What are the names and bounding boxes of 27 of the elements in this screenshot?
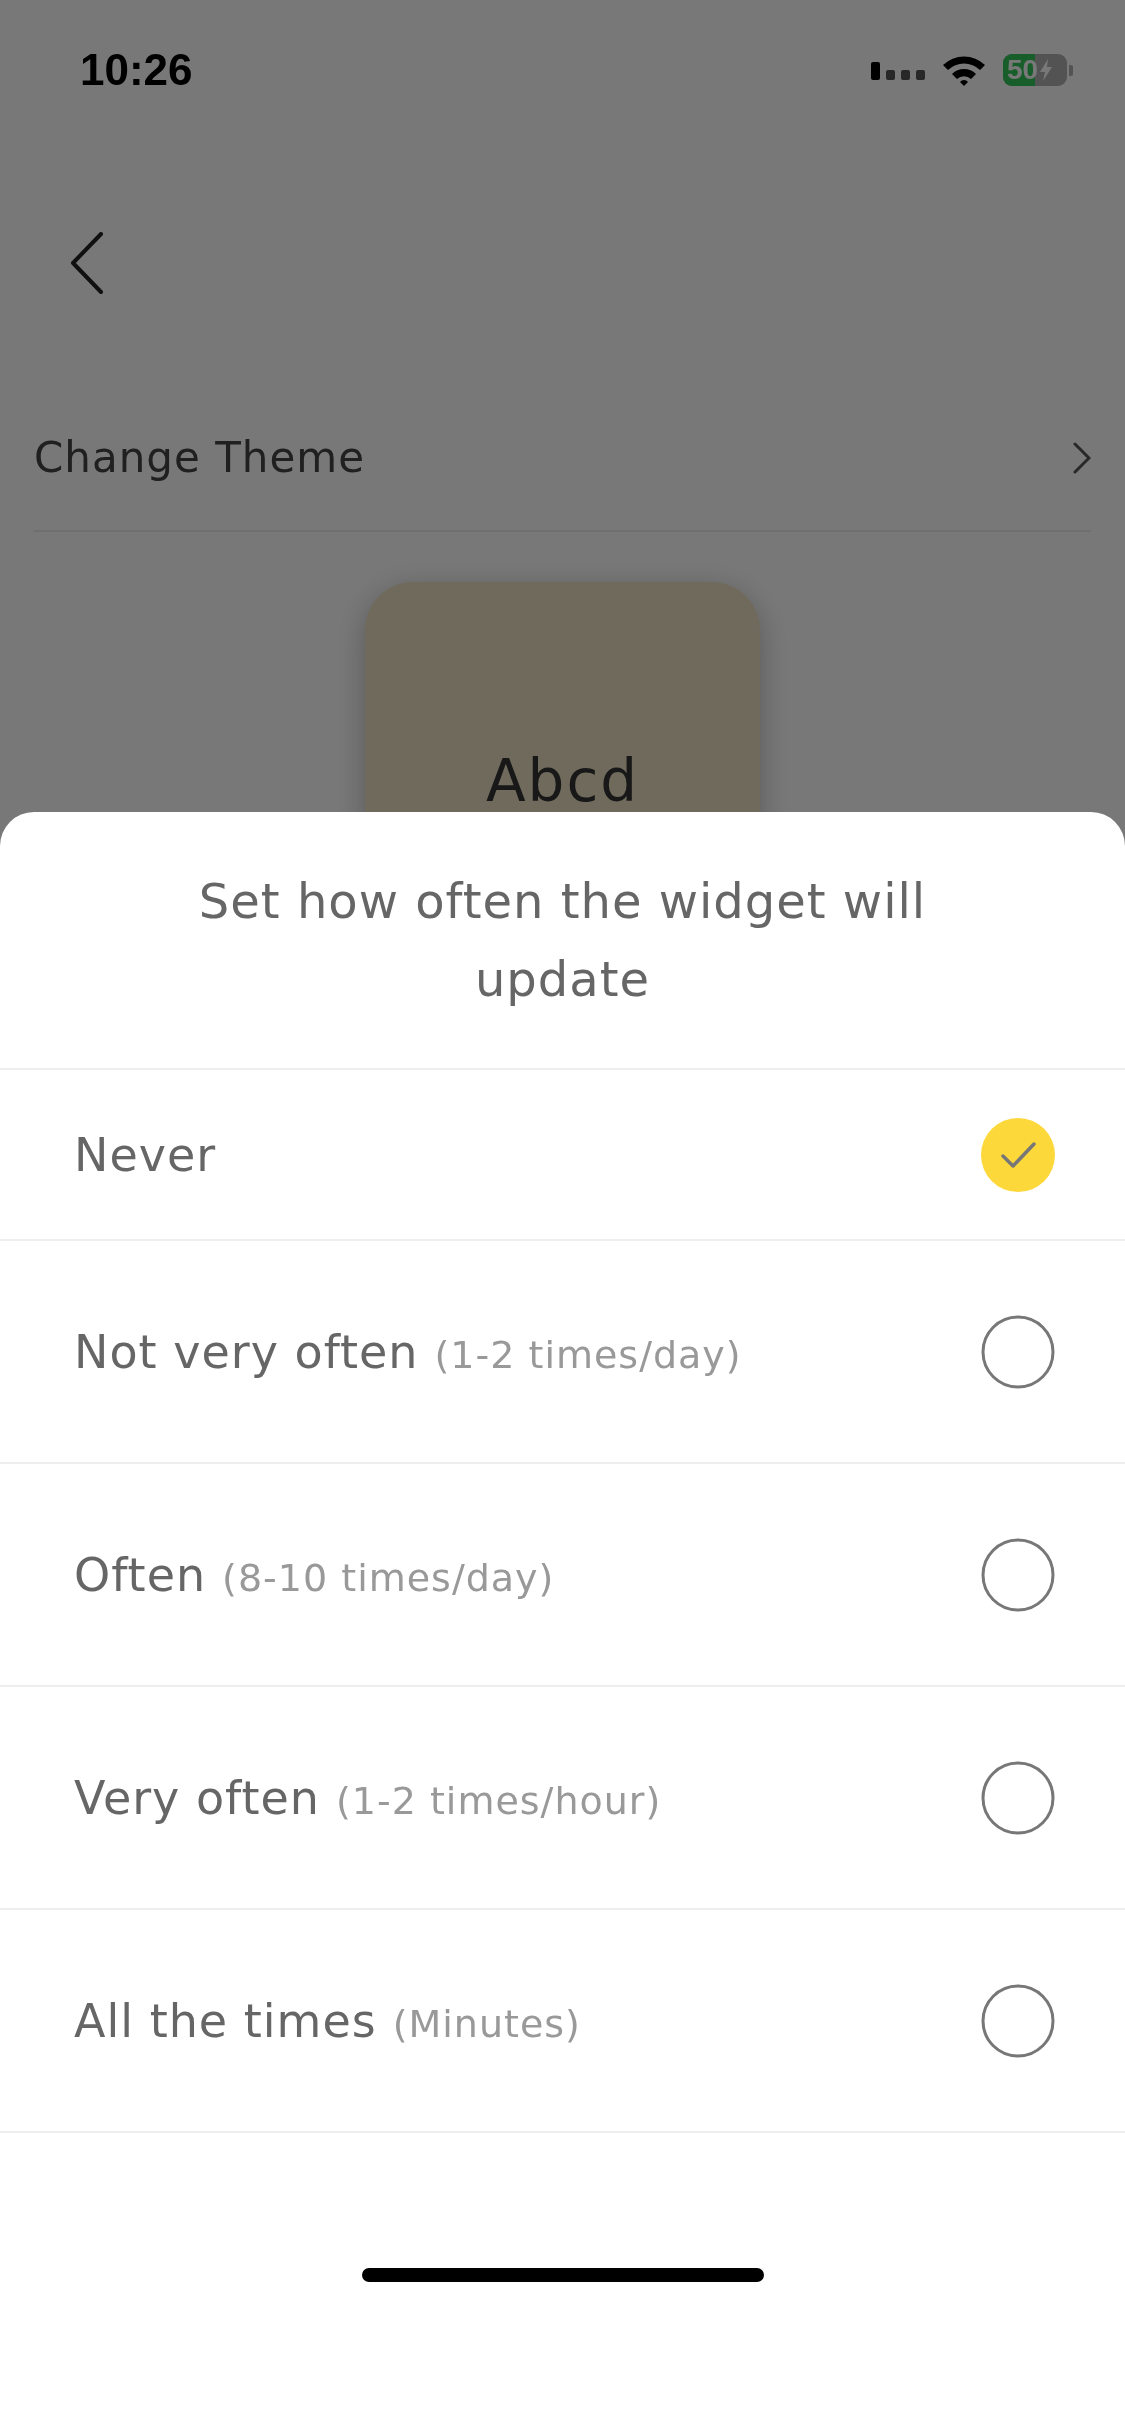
option-hint: (Minutes) [392, 2001, 581, 2046]
option-label: Never [74, 1127, 217, 1182]
wifi-icon [941, 53, 987, 87]
option-hint: (1-2 times/hour) [336, 1778, 662, 1823]
sheet-title: Set how often the widget will update [0, 812, 1125, 1070]
option-hint: (1-2 times/day) [434, 1332, 742, 1377]
option-label: Not very often [74, 1324, 419, 1379]
option-row[interactable]: Not very often (1-2 times/day) [0, 1241, 1125, 1464]
radio-checked-icon[interactable] [981, 1117, 1055, 1192]
option-label: Often [74, 1547, 207, 1602]
option-row[interactable]: Often (8-10 times/day) [0, 1464, 1125, 1687]
radio-button[interactable] [981, 1314, 1055, 1389]
radio-button[interactable] [981, 1983, 1055, 2058]
option-label: All the times [74, 1993, 377, 2048]
chevron-right-icon [1073, 441, 1091, 474]
option-row[interactable]: Never [0, 1070, 1125, 1241]
option-row[interactable]: Very often (1-2 times/hour) [0, 1687, 1125, 1910]
setting-label[interactable]: Change Theme [34, 433, 366, 482]
cellular-signal-icon [871, 60, 925, 80]
status-time: 10:26 [80, 45, 193, 95]
option-hint: (8-10 times/day) [222, 1555, 555, 1600]
back-icon[interactable] [70, 231, 104, 294]
widget-preview-text: Abcd [485, 747, 640, 815]
option-label: Very often [74, 1770, 320, 1825]
radio-button[interactable] [981, 1760, 1055, 1835]
radio-button[interactable] [981, 1537, 1055, 1612]
option-row[interactable]: All the times (Minutes) [0, 1910, 1125, 2133]
